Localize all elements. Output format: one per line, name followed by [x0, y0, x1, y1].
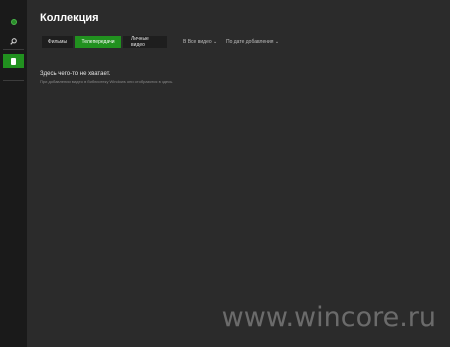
tab-personal-videos[interactable]: Личные видео: [123, 36, 167, 48]
sidebar-divider: [3, 49, 24, 50]
sidebar-divider: [3, 80, 24, 81]
watermark: www.wincore.ru: [221, 302, 436, 333]
xbox-logo-icon[interactable]: [0, 15, 27, 29]
sort-dropdown[interactable]: По дате добавления ⌄: [226, 39, 279, 45]
empty-state-heading: Здесь чего-то не хватает.: [40, 71, 111, 77]
tab-tv-shows[interactable]: Телепередачи: [75, 36, 121, 48]
search-icon[interactable]: [0, 34, 27, 48]
sidebar-item-collection[interactable]: [3, 54, 24, 68]
empty-state-message: При добавлении видео в библиотеку Window…: [40, 79, 174, 84]
page-title: Коллекция: [40, 12, 99, 24]
tab-bar: Фильмы Телепередачи Личные видео: [42, 36, 169, 48]
tab-movies[interactable]: Фильмы: [42, 36, 73, 48]
filter-dropdown[interactable]: В Все видео ⌄: [183, 39, 217, 45]
collection-icon: [11, 57, 16, 65]
sidebar: [0, 0, 27, 347]
